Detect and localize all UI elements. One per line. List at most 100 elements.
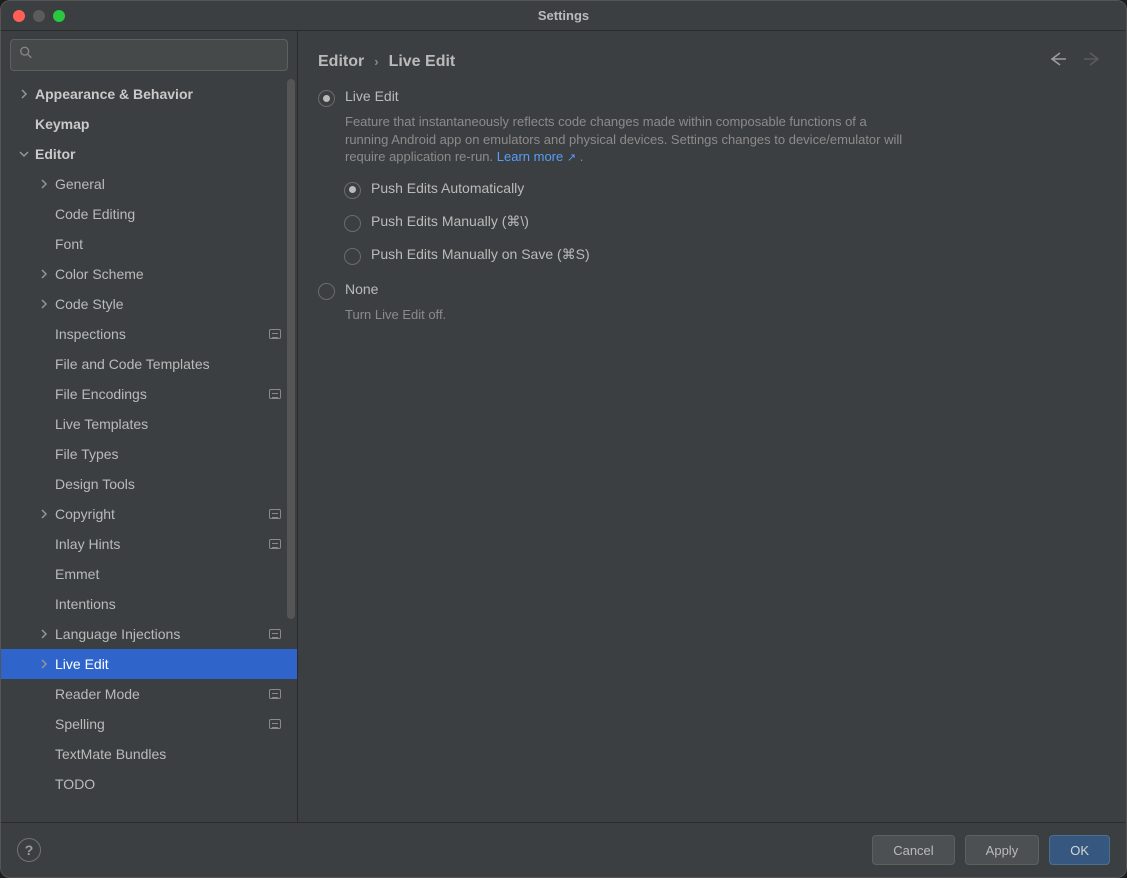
breadcrumb: Editor › Live Edit [318, 53, 1048, 71]
tree-item-design-tools[interactable]: Design Tools [1, 469, 297, 499]
tree-item-label: Spelling [55, 716, 269, 732]
tree-item-editor[interactable]: Editor [1, 139, 297, 169]
minimize-icon[interactable] [33, 10, 45, 22]
tree-item-label: Live Edit [55, 656, 287, 672]
tree-item-label: Inspections [55, 326, 269, 342]
main-panel: Editor › Live Edit Live Edit [298, 31, 1126, 822]
tree-item-label: Code Style [55, 296, 287, 312]
radio-label: Push Edits Automatically [371, 180, 524, 196]
forward-button [1082, 51, 1102, 72]
body: Appearance & Behavior Keymap Editor General… [1, 31, 1126, 822]
tree-item-label: File and Code Templates [55, 356, 287, 372]
chevron-right-icon [39, 269, 55, 279]
tree-item-label: Language Injections [55, 626, 269, 642]
tree-item-keymap[interactable]: Keymap [1, 109, 297, 139]
apply-button[interactable]: Apply [965, 835, 1040, 865]
cancel-button[interactable]: Cancel [872, 835, 954, 865]
tree-item-label: Keymap [35, 116, 287, 132]
ok-button[interactable]: OK [1049, 835, 1110, 865]
tree-item-language-injections[interactable]: Language Injections [1, 619, 297, 649]
tree-item-label: Reader Mode [55, 686, 269, 702]
tree-item-todo[interactable]: TODO [1, 769, 297, 799]
tree-item-label: Color Scheme [55, 266, 287, 282]
help-button[interactable]: ? [17, 838, 41, 862]
tree-item-label: Emmet [55, 566, 287, 582]
tree-item-file-encodings[interactable]: File Encodings [1, 379, 297, 409]
chevron-right-icon [39, 629, 55, 639]
tree-item-emmet[interactable]: Emmet [1, 559, 297, 589]
back-button[interactable] [1048, 51, 1068, 72]
tree-item-label: TextMate Bundles [55, 746, 287, 762]
maximize-icon[interactable] [53, 10, 65, 22]
tree-item-code-style[interactable]: Code Style [1, 289, 297, 319]
radio-icon[interactable] [344, 182, 361, 199]
tree-item-spelling[interactable]: Spelling [1, 709, 297, 739]
tree-item-live-edit[interactable]: Live Edit [1, 649, 297, 679]
tree-item-label: Copyright [55, 506, 269, 522]
radio-sub-0[interactable]: Push Edits Automatically [344, 180, 1102, 199]
tree-item-label: General [55, 176, 287, 192]
radio-icon[interactable] [318, 283, 335, 300]
tree-item-label: Design Tools [55, 476, 287, 492]
tree-item-live-templates[interactable]: Live Templates [1, 409, 297, 439]
radio-none[interactable]: None [318, 281, 1102, 300]
project-config-icon [269, 719, 281, 729]
tree-item-code-editing[interactable]: Code Editing [1, 199, 297, 229]
tree-item-reader-mode[interactable]: Reader Mode [1, 679, 297, 709]
tree-item-file-and-code-templates[interactable]: File and Code Templates [1, 349, 297, 379]
sidebar: Appearance & Behavior Keymap Editor General… [1, 31, 298, 822]
radio-icon[interactable] [344, 248, 361, 265]
window-controls [13, 10, 65, 22]
project-config-icon [269, 629, 281, 639]
radio-label: Push Edits Manually (⌘\) [371, 213, 529, 230]
tree-item-inspections[interactable]: Inspections [1, 319, 297, 349]
chevron-right-icon [39, 659, 55, 669]
chevron-right-icon [39, 509, 55, 519]
project-config-icon [269, 329, 281, 339]
radio-label: Push Edits Manually on Save (⌘S) [371, 246, 590, 263]
scrollbar[interactable] [287, 79, 295, 822]
titlebar: Settings [1, 1, 1126, 31]
breadcrumb-current: Live Edit [389, 53, 456, 71]
radio-label: None [345, 281, 378, 297]
chevron-down-icon [19, 149, 35, 159]
tree-item-font[interactable]: Font [1, 229, 297, 259]
chevron-right-icon [39, 179, 55, 189]
tree-item-file-types[interactable]: File Types [1, 439, 297, 469]
breadcrumb-parent[interactable]: Editor [318, 53, 364, 71]
tree-item-copyright[interactable]: Copyright [1, 499, 297, 529]
radio-icon[interactable] [344, 215, 361, 232]
radio-icon[interactable] [318, 90, 335, 107]
window-title: Settings [538, 8, 589, 23]
tree-item-color-scheme[interactable]: Color Scheme [1, 259, 297, 289]
radio-sub-1[interactable]: Push Edits Manually (⌘\) [344, 213, 1102, 232]
tree-item-label: Appearance & Behavior [35, 86, 287, 102]
project-config-icon [269, 689, 281, 699]
project-config-icon [269, 509, 281, 519]
tree-item-label: Inlay Hints [55, 536, 269, 552]
breadcrumb-row: Editor › Live Edit [298, 31, 1126, 88]
settings-tree[interactable]: Appearance & Behavior Keymap Editor General… [1, 79, 297, 822]
nav-arrows [1048, 51, 1102, 72]
tree-item-label: Font [55, 236, 287, 252]
tree-item-label: Intentions [55, 596, 287, 612]
tree-item-textmate-bundles[interactable]: TextMate Bundles [1, 739, 297, 769]
tree-item-label: File Encodings [55, 386, 269, 402]
tree-item-label: Live Templates [55, 416, 287, 432]
project-config-icon [269, 539, 281, 549]
scrollbar-thumb[interactable] [287, 79, 295, 619]
chevron-right-icon: › [374, 54, 378, 69]
learn-more-link[interactable]: Learn more ↗ [497, 149, 576, 164]
close-icon[interactable] [13, 10, 25, 22]
radio-sub-2[interactable]: Push Edits Manually on Save (⌘S) [344, 246, 1102, 265]
tree-item-intentions[interactable]: Intentions [1, 589, 297, 619]
tree-item-general[interactable]: General [1, 169, 297, 199]
chevron-right-icon [19, 89, 35, 99]
content: Live Edit Feature that instantaneously r… [298, 88, 1126, 822]
tree-item-inlay-hints[interactable]: Inlay Hints [1, 529, 297, 559]
tree-item-appearance-behavior[interactable]: Appearance & Behavior [1, 79, 297, 109]
project-config-icon [269, 389, 281, 399]
radio-live-edit[interactable]: Live Edit [318, 88, 1102, 107]
search-input[interactable] [10, 39, 288, 71]
none-description: Turn Live Edit off. [345, 306, 905, 324]
